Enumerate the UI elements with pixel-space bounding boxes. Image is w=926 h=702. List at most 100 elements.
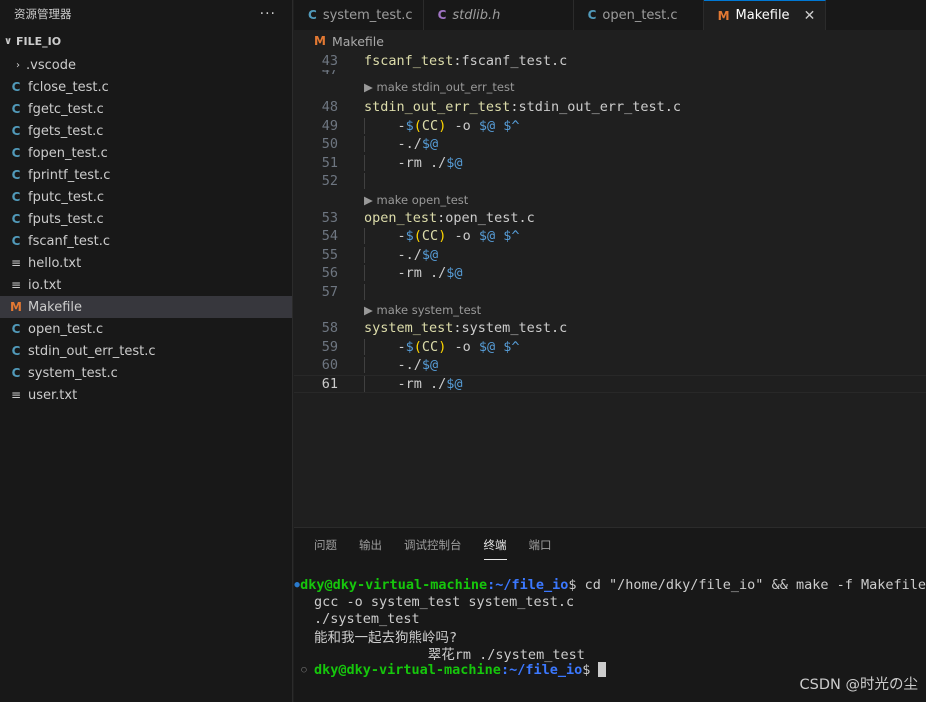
line-number: 49 [321,117,338,134]
sidebar-item-file[interactable]: Cfopen_test.c [0,142,292,164]
close-icon[interactable]: ✕ [804,8,816,24]
tab-label: Makefile [735,8,790,23]
tab-stdlib-h[interactable]: Cstdlib.h [424,0,574,30]
sidebar-item-file[interactable]: Cstdin_out_err_test.c [0,340,292,362]
sidebar-item-file[interactable]: ≡ hello.txt [0,252,292,274]
file-label: Makefile [28,299,83,315]
code-line: 49 -$(CC) -o $@ $^ [294,117,926,136]
sidebar-item-file[interactable]: ≡ user.txt [0,384,292,406]
code-line: 55 -./$@ [294,246,926,265]
code-line: 57 [294,283,926,302]
sidebar-item-file[interactable]: Cfputc_test.c [0,186,292,208]
c-file-icon: C [11,102,21,116]
file-label: stdin_out_err_test.c [28,343,156,359]
folder-file-io[interactable]: ∨ FILE_IO [0,28,292,54]
tab-debug-console[interactable]: 调试控制台 [404,531,462,559]
make-target: stdin_out_err_test [364,99,511,116]
tab-output[interactable]: 输出 [359,531,382,559]
codelens-run: ▶ make open_test [294,191,926,209]
file-label: hello.txt [28,255,82,271]
codelens-run: ▶ make stdin_out_err_test [294,76,926,98]
terminal-output: ./system_test [314,610,420,627]
code-line: 52 [294,172,926,191]
c-file-icon: C [11,190,21,204]
code-line: 59 -$(CC) -o $@ $^ [294,338,926,357]
bottom-panel: 问题 输出 调试控制台 终端 端口 ● dky@dky-virtual-machi… [294,527,926,702]
sidebar-item-file[interactable]: Cfgetc_test.c [0,98,292,120]
line-number: 60 [321,357,338,374]
c-file-icon: C [11,124,21,138]
tab-makefile[interactable]: M Makefile ✕ [703,0,827,30]
terminal-command: $ cd "/home/dky/file_io" && make -f Make… [568,576,926,593]
breadcrumb: M Makefile [294,30,926,52]
line-number: 51 [321,154,338,171]
sidebar-item-vscode[interactable]: › .vscode [0,54,292,76]
terminal-cursor [598,662,607,677]
sidebar-item-file[interactable]: ≡ io.txt [0,274,292,296]
tab-label: open_test.c [602,7,678,23]
file-label: io.txt [28,277,62,293]
code-line: 60 -./$@ [294,356,926,375]
sidebar-item-file[interactable]: Csystem_test.c [0,362,292,384]
tab-problems[interactable]: 问题 [314,531,337,559]
line-number: 43 [321,53,338,69]
more-actions-icon[interactable]: ··· [260,6,276,22]
c-file-icon: C [437,8,447,22]
tab-label: system_test.c [322,7,413,23]
tab-open-test[interactable]: Copen_test.c [574,0,704,30]
terminal-path: :~/file_io [487,576,569,593]
tab-terminal[interactable]: 终端 [483,531,507,560]
codelens-run: ▶ make system_test [294,301,926,319]
file-label: fclose_test.c [28,79,109,95]
make-target: system_test [364,320,454,337]
sidebar-item-file[interactable]: Cfputs_test.c [0,208,292,230]
terminal-user: dky@dky-virtual-machine [300,576,488,593]
terminal[interactable]: ● dky@dky-virtual-machine:~/file_io $ cd "… [294,576,926,678]
explorer-sidebar: 资源管理器 ··· ∨ FILE_IO › .vscode Cfclose_te… [0,0,293,702]
terminal-line: 能和我一起去狗熊岭吗? [294,627,926,646]
c-file-icon: C [11,344,21,358]
code-line: 43 fscanf_test:fscanf_test.c [294,52,926,70]
sidebar-item-file[interactable]: Copen_test.c [0,318,292,340]
terminal-line: 翠花rm ./system_test [294,644,926,663]
chevron-right-icon: › [16,59,20,71]
tab-ports[interactable]: 端口 [529,531,552,559]
makefile-icon: M [10,300,22,314]
code-line: 53 open_test:open_test.c [294,209,926,228]
code-line: 50 -./$@ [294,135,926,154]
terminal-path: :~/file_io [500,661,583,678]
sidebar-item-file[interactable]: Cfgets_test.c [0,120,292,142]
tab-system-test[interactable]: Csystem_test.c [294,0,424,30]
line-number: 59 [321,338,338,355]
terminal-prompt: $ [582,661,599,678]
code-line: 56 -rm ./$@ [294,264,926,283]
line-number: 47 [294,70,338,76]
make-dependency: fscanf_test.c [461,53,568,69]
code-line: 47 [294,70,926,76]
codelens-make-open-test[interactable]: ▶ make open_test [364,193,468,207]
text-file-icon: ≡ [10,388,22,402]
c-file-icon: C [11,322,21,336]
file-label: fputs_test.c [28,211,104,227]
file-label: open_test.c [28,321,104,337]
file-label: fputc_test.c [28,189,105,205]
file-label: fscanf_test.c [28,233,111,249]
sidebar-item-file[interactable]: Cfclose_test.c [0,76,292,98]
sidebar-item-file[interactable]: Cfscanf_test.c [0,230,292,252]
line-number: 58 [321,320,338,337]
c-file-icon: C [11,234,21,248]
codelens-make-system-test[interactable]: ▶ make system_test [364,303,481,317]
line-number: 50 [321,136,338,153]
command-pending-icon[interactable]: ○ [294,665,314,675]
code-editor[interactable]: 43 fscanf_test:fscanf_test.c 47 ▶ make s… [294,52,926,393]
c-file-icon: C [11,212,21,226]
breadcrumb-item[interactable]: Makefile [332,34,384,49]
sidebar-item-makefile[interactable]: M Makefile [0,296,292,318]
file-label: system_test.c [28,365,118,381]
sidebar-item-file[interactable]: Cfprintf_test.c [0,164,292,186]
file-label: fgets_test.c [28,123,104,139]
terminal-line: ./system_test [294,610,926,627]
codelens-make-stdin-out-err[interactable]: ▶ make stdin_out_err_test [364,80,515,94]
c-file-icon: C [308,8,317,22]
terminal-output: 翠花rm ./system_test [314,646,585,663]
